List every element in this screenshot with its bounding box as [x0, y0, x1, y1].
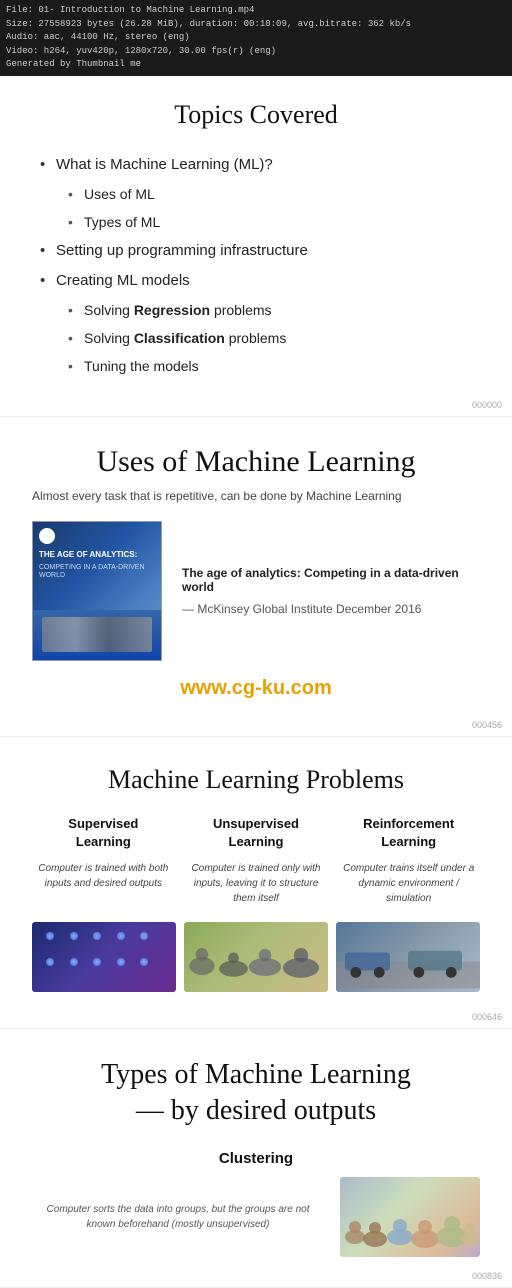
- book-subtitle: COMPETING IN A DATA-DRIVEN WORLD: [39, 564, 155, 581]
- ml-col-supervised: SupervisedLearning Computer is trained w…: [32, 815, 175, 906]
- clustering-desc: Computer sorts the data into groups, but…: [32, 1202, 324, 1232]
- slide4-title-line1: Types of Machine Learning: [101, 1059, 411, 1090]
- sub-list: Uses of ML Types of ML: [56, 180, 480, 236]
- watermark: www.cg-ku.com: [32, 677, 480, 700]
- slide-number: 000836: [472, 1271, 502, 1281]
- col-title-supervised: SupervisedLearning: [32, 815, 175, 851]
- slide-ml-problems: Machine Learning Problems SupervisedLear…: [0, 737, 512, 1029]
- brain-dots: [46, 932, 161, 981]
- brain-dot: [46, 958, 54, 966]
- file-info-line1: File: 01- Introduction to Machine Learni…: [6, 4, 506, 18]
- list-item: Uses of ML: [84, 180, 480, 208]
- col-desc-supervised: Computer is trained with both inputs and…: [32, 861, 175, 891]
- brain-dot: [70, 958, 78, 966]
- brain-dot: [93, 958, 101, 966]
- file-info-line5: Generated by Thumbnail me: [6, 58, 506, 72]
- col-title-unsupervised: UnsupervisedLearning: [185, 815, 328, 851]
- slide-number: 000456: [472, 720, 502, 730]
- ml-image-brain: [32, 922, 176, 992]
- file-info-line2: Size: 27558923 bytes (26.28 MiB), durati…: [6, 18, 506, 32]
- brain-dot: [93, 932, 101, 940]
- clustering-image: [340, 1177, 480, 1257]
- book-section: THE AGE OF ANALYTICS: COMPETING IN A DAT…: [32, 521, 480, 661]
- file-info-line4: Video: h264, yuv420p, 1280x720, 30.00 fp…: [6, 45, 506, 59]
- ml-image-cars: [336, 922, 480, 992]
- col-desc-unsupervised: Computer is trained only with inputs, le…: [185, 861, 328, 906]
- slide2-subtitle: Almost every task that is repetitive, ca…: [32, 489, 480, 503]
- file-info-bar: File: 01- Introduction to Machine Learni…: [0, 0, 512, 76]
- list-item: Creating ML models Solving Regression pr…: [56, 266, 480, 380]
- list-item: Tuning the models: [84, 352, 480, 380]
- ml-columns: SupervisedLearning Computer is trained w…: [32, 815, 480, 906]
- slide4-title: Types of Machine Learning — by desired o…: [32, 1057, 480, 1130]
- book-caption: The age of analytics: Competing in a dat…: [182, 566, 480, 616]
- slide2-title: Uses of Machine Learning: [32, 445, 480, 479]
- cars-svg: [336, 922, 480, 992]
- ml-images: [32, 922, 480, 992]
- book-title: THE AGE OF ANALYTICS:: [39, 550, 155, 560]
- list-item: What is Machine Learning (ML)? Uses of M…: [56, 150, 480, 236]
- brain-dot: [70, 932, 78, 940]
- book-people-image: [42, 617, 152, 652]
- caption-title: The age of analytics: Competing in a dat…: [182, 566, 480, 594]
- brain-dot: [140, 958, 148, 966]
- topics-list: What is Machine Learning (ML)? Uses of M…: [32, 150, 480, 380]
- caption-source: — McKinsey Global Institute December 201…: [182, 602, 480, 616]
- brain-dot: [117, 932, 125, 940]
- col-desc-reinforcement: Computer trains itself under a dynamic e…: [337, 861, 480, 906]
- list-item: Setting up programming infrastructure: [56, 236, 480, 266]
- slide-topics-covered: Topics Covered What is Machine Learning …: [0, 76, 512, 417]
- list-item: Solving Regression problems: [84, 296, 480, 324]
- ml-col-reinforcement: ReinforcementLearning Computer trains it…: [337, 815, 480, 906]
- sub-list: Solving Regression problems Solving Clas…: [56, 296, 480, 380]
- file-info-line3: Audio: aac, 44100 Hz, stereo (eng): [6, 31, 506, 45]
- ml-col-unsupervised: UnsupervisedLearning Computer is trained…: [185, 815, 328, 906]
- slide3-title: Machine Learning Problems: [32, 765, 480, 795]
- slide-number: 000646: [472, 1012, 502, 1022]
- slide-types-ml: Types of Machine Learning — by desired o…: [0, 1029, 512, 1288]
- slide4-title-line2: — by desired outputs: [136, 1095, 376, 1126]
- animals-svg: [184, 922, 328, 992]
- book-image-strip: [33, 610, 161, 660]
- ml-image-animals: [184, 922, 328, 992]
- clustering-animals-svg: [340, 1177, 480, 1257]
- brain-dot: [117, 958, 125, 966]
- col-title-reinforcement: ReinforcementLearning: [337, 815, 480, 851]
- book-logo: [39, 528, 55, 544]
- book-cover: THE AGE OF ANALYTICS: COMPETING IN A DAT…: [32, 521, 162, 661]
- brain-dot: [46, 932, 54, 940]
- slide1-title: Topics Covered: [32, 100, 480, 130]
- clustering-row: Computer sorts the data into groups, but…: [32, 1177, 480, 1257]
- slide-uses-ml: Uses of Machine Learning Almost every ta…: [0, 417, 512, 737]
- slide-number: 000000: [472, 400, 502, 410]
- clustering-title: Clustering: [32, 1150, 480, 1167]
- list-item: Types of ML: [84, 208, 480, 236]
- brain-dot: [140, 932, 148, 940]
- list-item: Solving Classification problems: [84, 324, 480, 352]
